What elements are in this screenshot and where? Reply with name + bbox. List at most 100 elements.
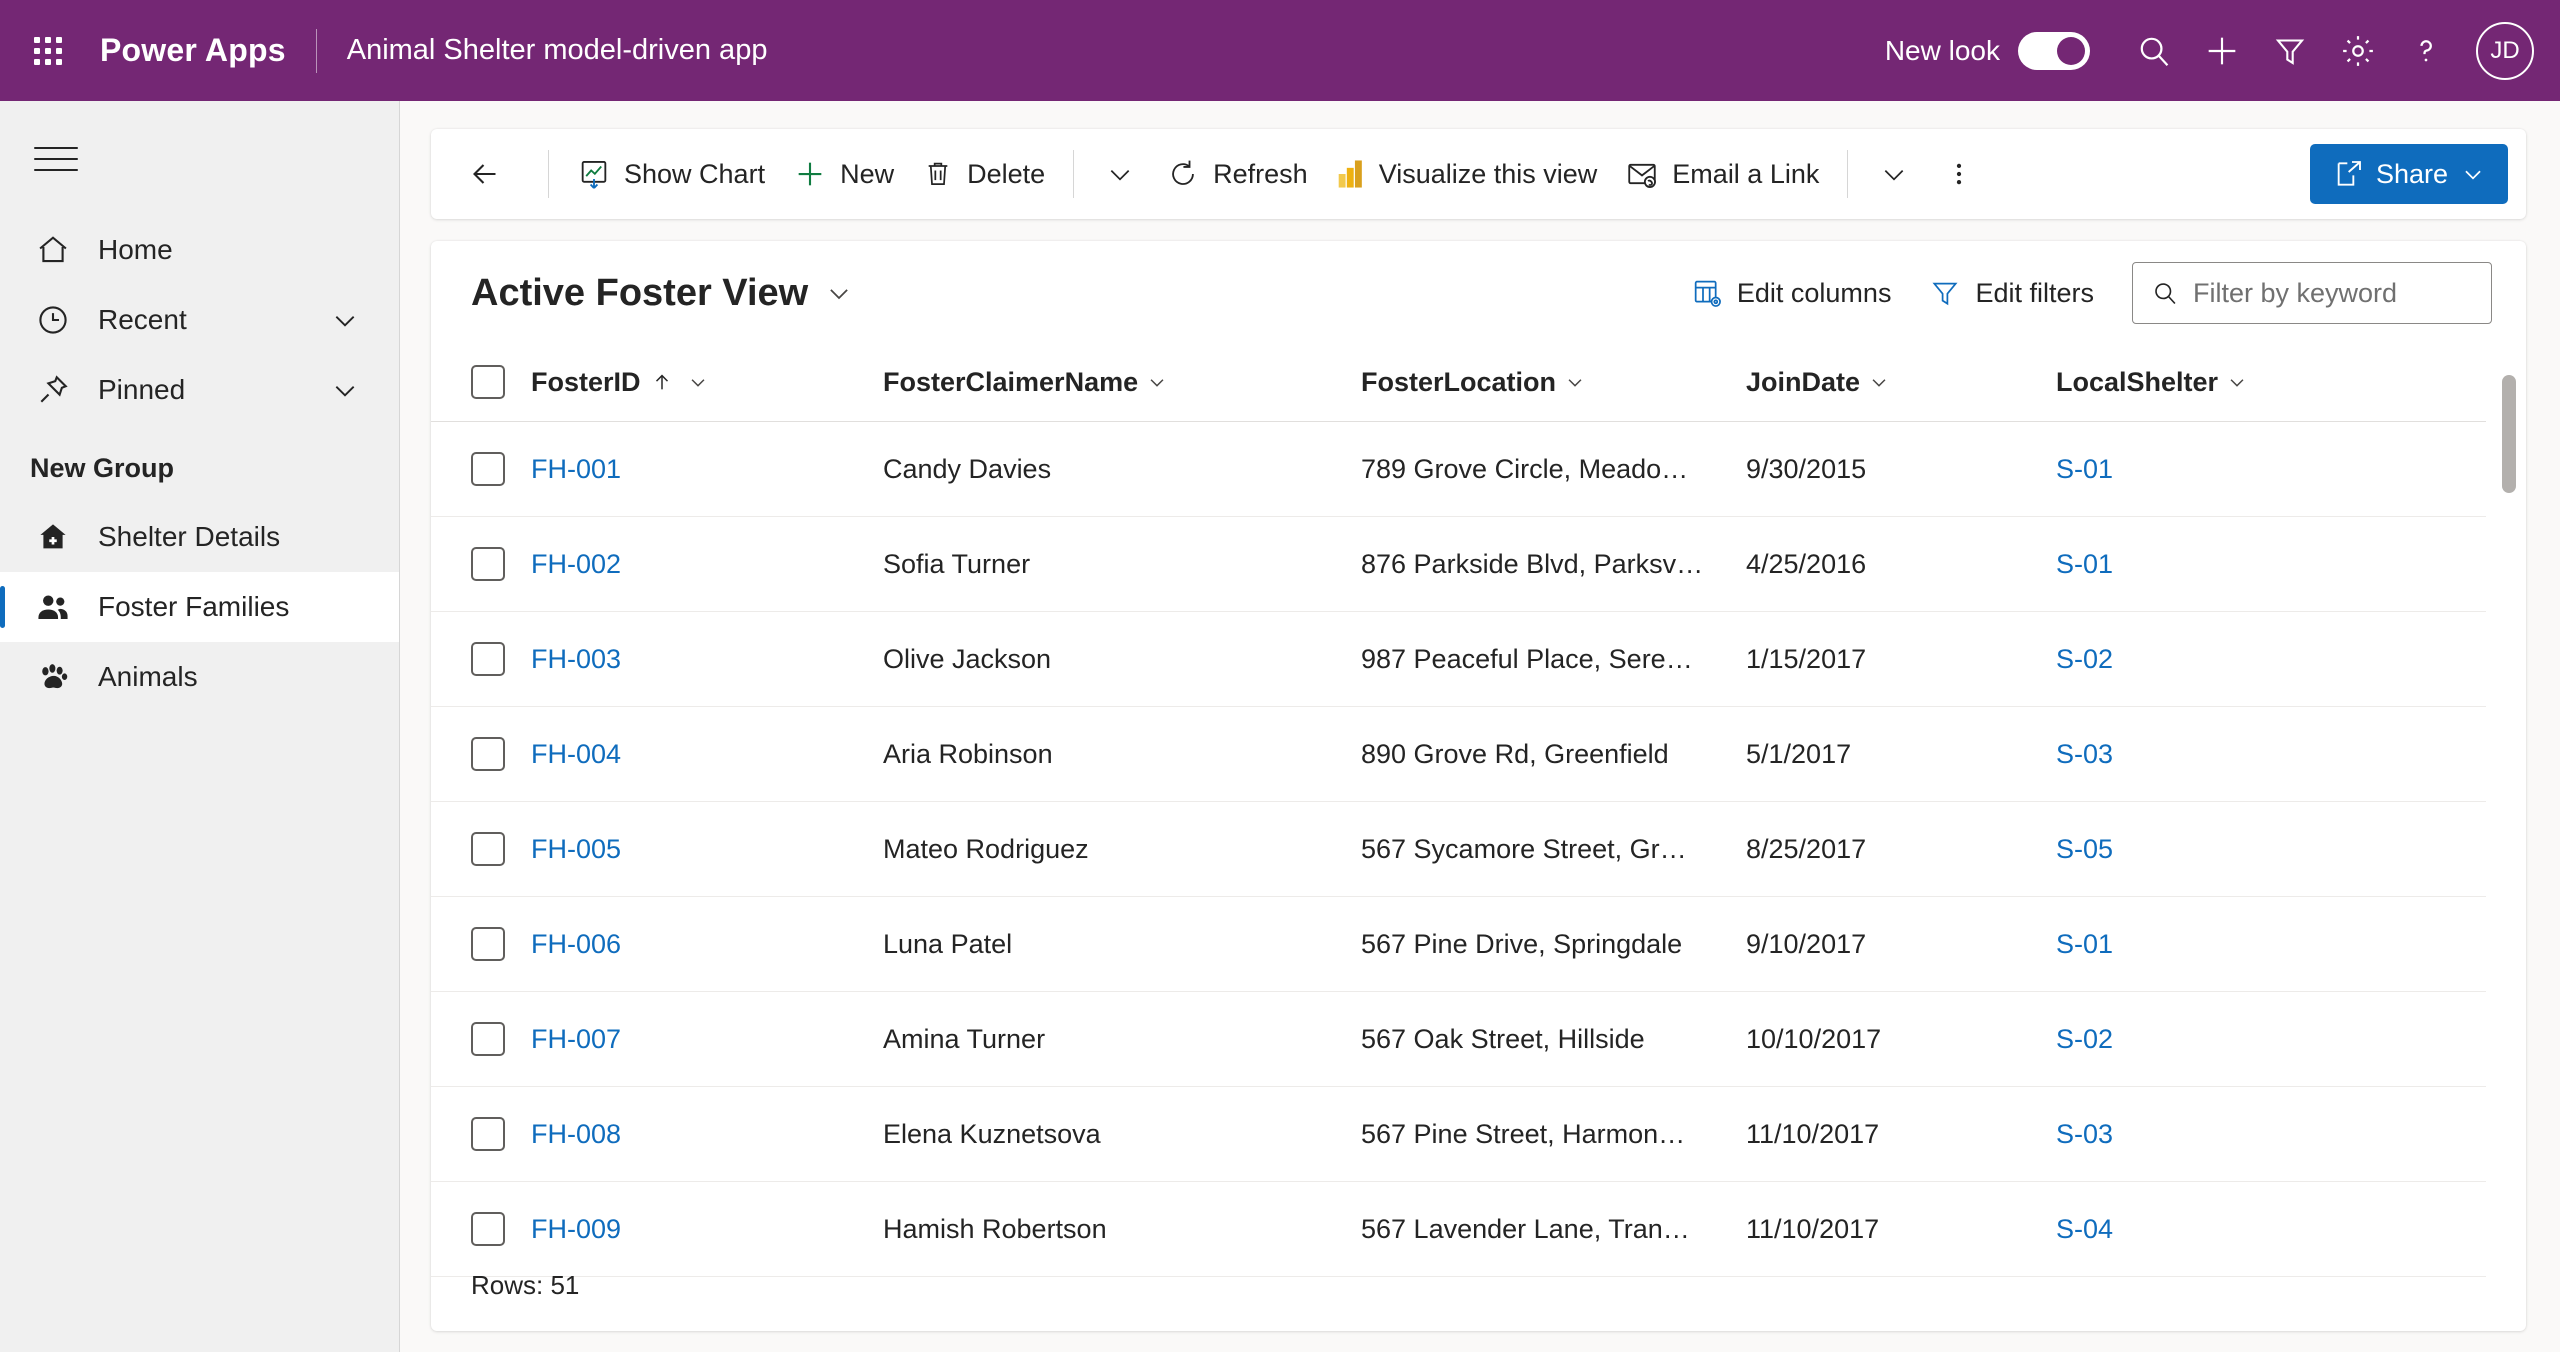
select-all-checkbox[interactable] <box>471 365 505 399</box>
sidebar-item-home[interactable]: Home <box>0 215 399 285</box>
fosterid-link[interactable]: FH-002 <box>531 549 621 579</box>
delete-button[interactable]: Delete <box>908 140 1059 208</box>
edit-columns-button[interactable]: Edit columns <box>1677 265 1906 321</box>
view-selector[interactable]: Active Foster View <box>471 272 854 315</box>
command-divider <box>1073 150 1075 198</box>
shelter-link[interactable]: S-02 <box>2056 1024 2113 1054</box>
plus-icon[interactable] <box>2188 17 2256 85</box>
column-header-fosterlocation[interactable]: FosterLocation <box>1361 345 1746 422</box>
chevron-down-icon[interactable] <box>329 304 361 336</box>
app-header: Power Apps Animal Shelter model-driven a… <box>0 0 2560 101</box>
column-label: FosterLocation <box>1361 366 1557 397</box>
sidebar-item-pinned[interactable]: Pinned <box>0 355 399 425</box>
column-header-joindate[interactable]: JoinDate <box>1746 345 2056 422</box>
search-icon[interactable] <box>2120 17 2188 85</box>
table-row[interactable]: FH-003 Olive Jackson 987 Peaceful Place, S… <box>431 611 2486 707</box>
cell-shelter: S-03 <box>2056 1086 2486 1182</box>
overflow-chevron-2[interactable] <box>1862 140 1926 208</box>
waffle-icon[interactable] <box>24 27 72 75</box>
refresh-button[interactable]: Refresh <box>1152 140 1322 208</box>
row-select-cell <box>431 991 531 1087</box>
share-button[interactable]: Share <box>2309 144 2508 204</box>
table-body: FH-001 Candy Davies 789 Grove Circle, Mead… <box>431 421 2486 1277</box>
fosterid-link[interactable]: FH-009 <box>531 1214 621 1244</box>
column-header-localshelter[interactable]: LocalShelter <box>2056 345 2486 422</box>
row-checkbox[interactable] <box>471 1117 505 1151</box>
brand-title[interactable]: Power Apps <box>100 32 286 69</box>
delete-label: Delete <box>967 158 1046 189</box>
fosterid-link[interactable]: FH-001 <box>531 454 621 484</box>
fosterid-link[interactable]: FH-006 <box>531 929 621 959</box>
row-checkbox[interactable] <box>471 832 505 866</box>
new-look-toggle[interactable] <box>2018 31 2090 70</box>
sort-ascending-icon <box>651 371 673 393</box>
help-icon[interactable] <box>2392 17 2460 85</box>
row-checkbox[interactable] <box>471 1212 505 1246</box>
cell-claimer: Olive Jackson <box>883 611 1361 707</box>
overflow-chevron-1[interactable] <box>1088 140 1152 208</box>
email-a-link-button[interactable]: Email a Link <box>1611 140 1833 208</box>
cell-joindate: 5/1/2017 <box>1746 706 2056 802</box>
row-checkbox[interactable] <box>471 1022 505 1056</box>
fosterid-link[interactable]: FH-003 <box>531 644 621 674</box>
cell-location: 567 Pine Drive, Springdale <box>1361 896 1746 992</box>
avatar[interactable]: JD <box>2476 21 2534 80</box>
search-input[interactable] <box>2193 277 2473 309</box>
grid-card: Active Foster View Edit columns Edit fil… <box>431 241 2526 1331</box>
shelter-link[interactable]: S-01 <box>2056 454 2113 484</box>
filter-icon[interactable] <box>2256 17 2324 85</box>
row-checkbox[interactable] <box>471 737 505 771</box>
sidebar-item-recent[interactable]: Recent <box>0 285 399 355</box>
table-row[interactable]: FH-006 Luna Patel 567 Pine Drive, Springda… <box>431 896 2486 992</box>
scrollbar-thumb[interactable] <box>2502 375 2516 493</box>
row-checkbox[interactable] <box>471 927 505 961</box>
table-row[interactable]: FH-008 Elena Kuznetsova 567 Pine Street, H… <box>431 1086 2486 1182</box>
cell-joindate: 9/10/2017 <box>1746 896 2056 992</box>
shelter-link[interactable]: S-03 <box>2056 739 2113 769</box>
table-row[interactable]: FH-001 Candy Davies 789 Grove Circle, Mead… <box>431 421 2486 517</box>
sidebar-item-foster-families[interactable]: Foster Families <box>0 572 399 642</box>
sidebar-item-shelter-details[interactable]: Shelter Details <box>0 502 399 572</box>
main-content: Show Chart New Delete Refresh Visualize … <box>401 101 2560 1352</box>
shelter-link[interactable]: S-02 <box>2056 644 2113 674</box>
chevron-down-icon <box>1868 371 1890 393</box>
column-header-fosterclaimername[interactable]: FosterClaimerName <box>883 345 1361 422</box>
grid-vertical-scrollbar[interactable] <box>2502 345 2516 1277</box>
select-all-header <box>431 345 531 422</box>
chevron-down-icon <box>687 371 709 393</box>
table-row[interactable]: FH-005 Mateo Rodriguez 567 Sycamore Street… <box>431 801 2486 897</box>
shelter-link[interactable]: S-01 <box>2056 929 2113 959</box>
hamburger-menu-icon[interactable] <box>28 131 84 187</box>
command-bar: Show Chart New Delete Refresh Visualize … <box>431 129 2526 219</box>
show-chart-button[interactable]: Show Chart <box>563 140 779 208</box>
fosterid-link[interactable]: FH-007 <box>531 1024 621 1054</box>
command-divider <box>1847 150 1849 198</box>
row-checkbox[interactable] <box>471 452 505 486</box>
filter-by-keyword-box[interactable] <box>2132 262 2492 324</box>
sidebar-item-animals[interactable]: Animals <box>0 642 399 712</box>
visualize-this-view-button[interactable]: Visualize this view <box>1322 140 1612 208</box>
fosterid-link[interactable]: FH-005 <box>531 834 621 864</box>
column-header-fosterid[interactable]: FosterID <box>531 345 883 422</box>
shelter-link[interactable]: S-04 <box>2056 1214 2113 1244</box>
table-row[interactable]: FH-009 Hamish Robertson 567 Lavender Lane,… <box>431 1181 2486 1277</box>
table-row[interactable]: FH-007 Amina Turner 567 Oak Street, Hillsi… <box>431 991 2486 1087</box>
new-button[interactable]: New <box>779 140 908 208</box>
back-button[interactable] <box>449 140 534 208</box>
table-row[interactable]: FH-004 Aria Robinson 890 Grove Rd, Greenfi… <box>431 706 2486 802</box>
fosterid-link[interactable]: FH-008 <box>531 1119 621 1149</box>
more-commands-button[interactable] <box>1926 140 1992 208</box>
table-row[interactable]: FH-002 Sofia Turner 876 Parkside Blvd, Par… <box>431 516 2486 612</box>
column-label: FosterID <box>531 366 641 397</box>
shelter-link[interactable]: S-01 <box>2056 549 2113 579</box>
shelter-link[interactable]: S-05 <box>2056 834 2113 864</box>
row-checkbox[interactable] <box>471 642 505 676</box>
shelter-link[interactable]: S-03 <box>2056 1119 2113 1149</box>
header-actions: New look JD <box>1885 0 2560 101</box>
gear-icon[interactable] <box>2324 17 2392 85</box>
edit-filters-button[interactable]: Edit filters <box>1915 265 2108 321</box>
row-checkbox[interactable] <box>471 547 505 581</box>
chevron-down-icon[interactable] <box>329 374 361 406</box>
fosterid-link[interactable]: FH-004 <box>531 739 621 769</box>
share-label: Share <box>2375 158 2448 189</box>
